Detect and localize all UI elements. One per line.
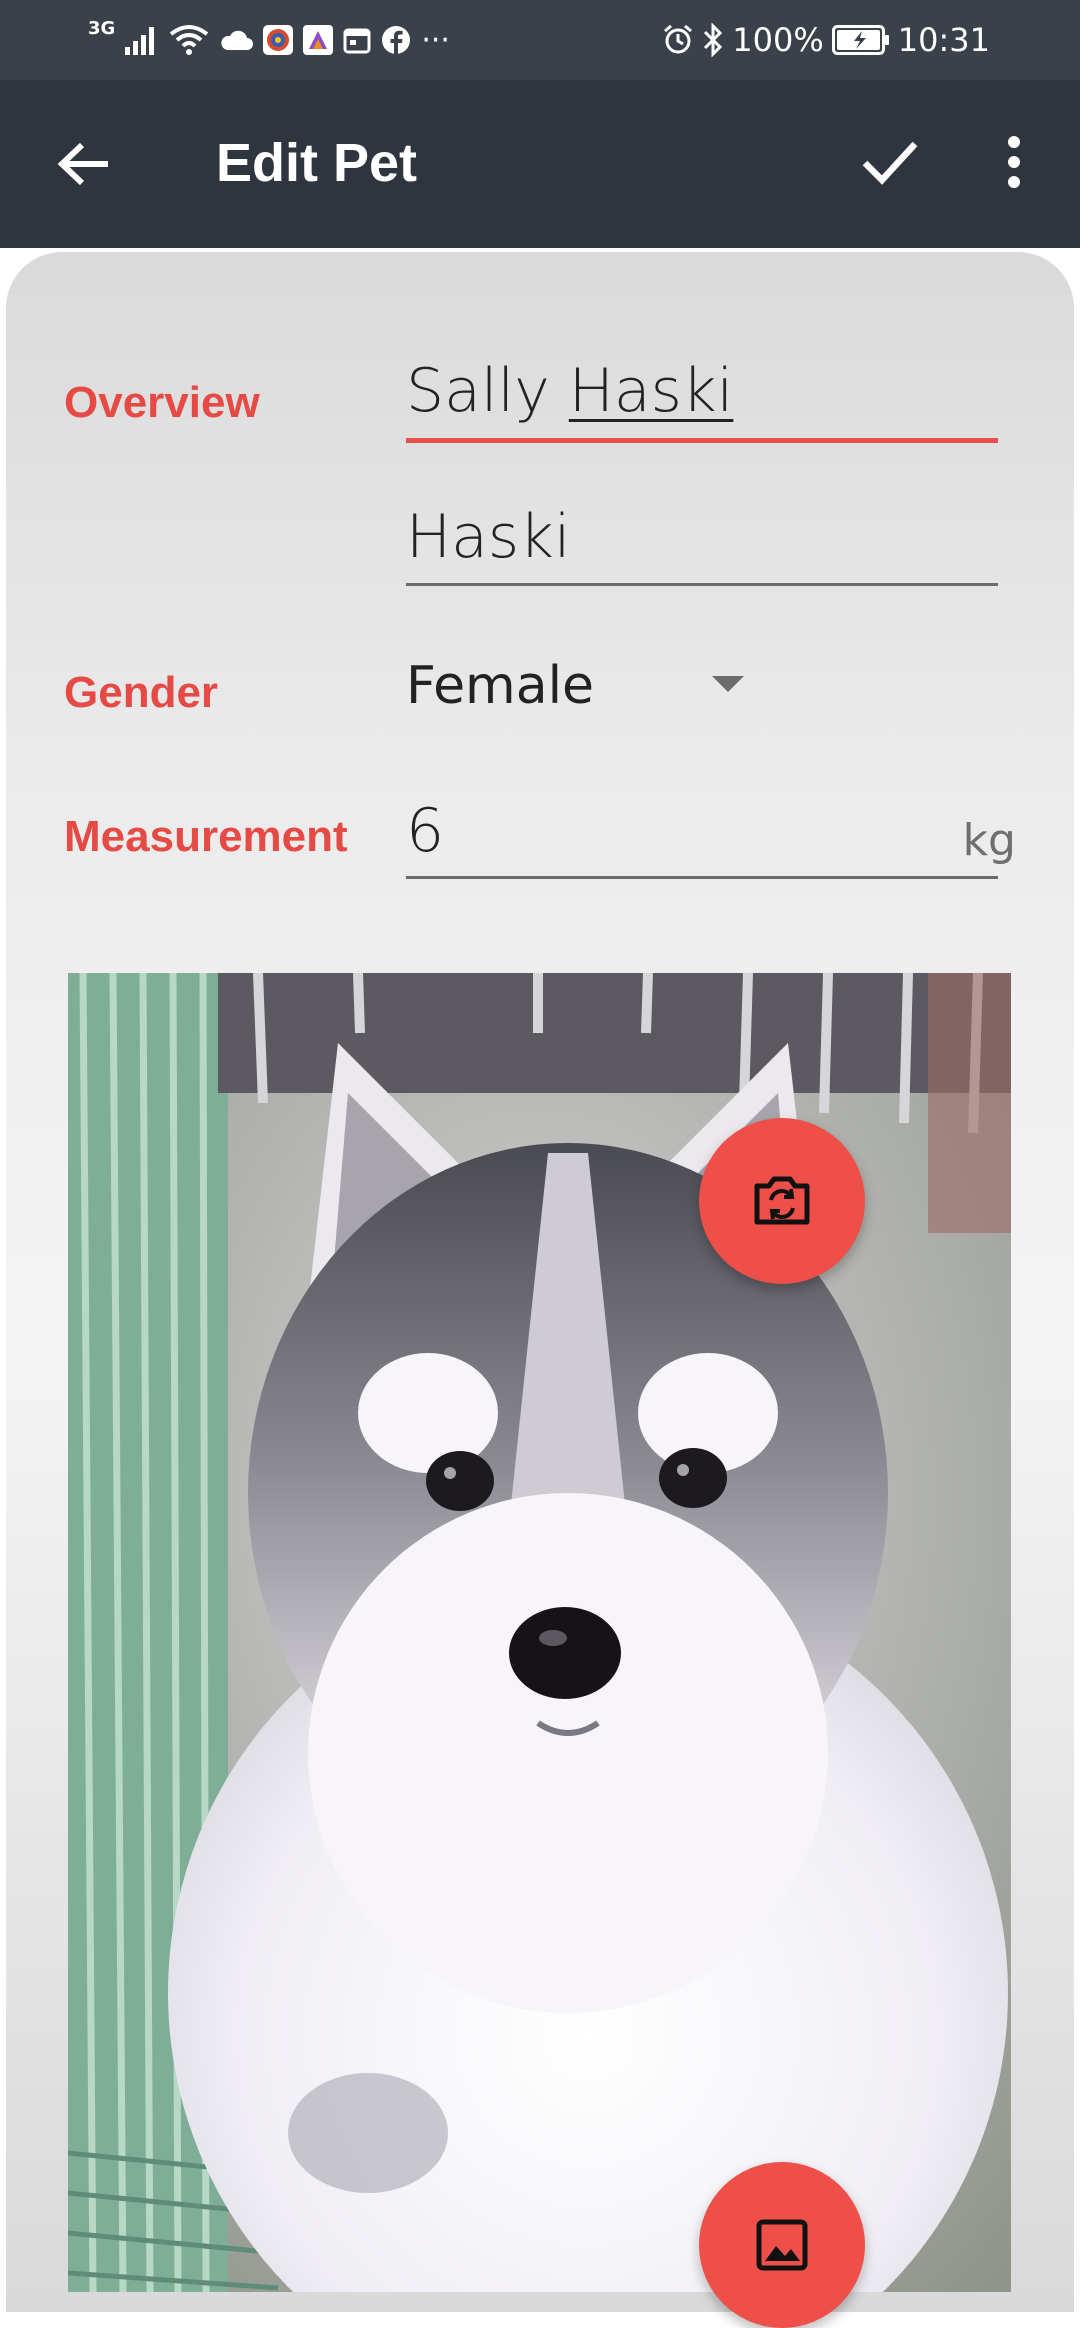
pet-name-first: Sally — [406, 356, 569, 426]
status-left-icons: 3G ··· — [88, 18, 450, 62]
arrow-back-icon — [57, 142, 108, 186]
back-button[interactable] — [50, 130, 118, 198]
more-notifications-icon: ··· — [421, 22, 450, 58]
measurement-unit: kg — [962, 815, 1016, 866]
gender-dropdown[interactable]: Female — [406, 656, 594, 716]
pet-name-field[interactable]: Sally Haski — [406, 356, 998, 426]
calendar-icon — [343, 28, 371, 54]
switch-camera-icon — [754, 1176, 810, 1225]
pet-name-last: Haski — [568, 356, 734, 426]
wifi-icon — [170, 25, 209, 55]
dropdown-arrow-icon[interactable] — [712, 676, 744, 692]
pet-photo — [68, 973, 1011, 2292]
switch-camera-button[interactable] — [699, 1118, 865, 1284]
facebook-icon — [382, 26, 411, 54]
pet-name-underline — [406, 438, 998, 443]
measurement-label: Measurement — [64, 812, 348, 861]
page-title: Edit Pet — [216, 133, 418, 193]
status-bar: 3G ··· 100% 10:31 — [0, 0, 1080, 80]
more-vert-icon — [1008, 136, 1020, 188]
overview-label: Overview — [64, 378, 260, 427]
breed-underline — [406, 583, 998, 586]
husky-puppy-image — [68, 973, 1011, 2292]
battery-charging-icon — [831, 25, 889, 55]
status-right-icons: 100% 10:31 — [662, 18, 990, 62]
overflow-menu-button[interactable] — [990, 128, 1038, 196]
check-icon — [862, 141, 918, 185]
target-app-icon — [263, 25, 294, 55]
measurement-field[interactable]: 6 — [406, 796, 998, 866]
gender-label: Gender — [64, 668, 219, 717]
network-type-label: 3G — [88, 18, 116, 39]
bluetooth-icon — [704, 23, 723, 57]
battery-percent: 100% — [732, 21, 824, 59]
cloud-icon — [221, 30, 254, 50]
choose-image-button[interactable] — [699, 2162, 865, 2328]
cell-signal-icon — [125, 27, 155, 55]
clock-time: 10:31 — [897, 21, 990, 59]
breed-field[interactable]: Haski — [406, 502, 998, 572]
app-bar: Edit Pet — [0, 80, 1080, 248]
photos-app-icon — [303, 25, 334, 55]
measurement-underline — [406, 876, 998, 879]
image-icon — [756, 2219, 808, 2271]
alarm-icon — [664, 24, 693, 54]
save-button[interactable] — [856, 128, 924, 196]
